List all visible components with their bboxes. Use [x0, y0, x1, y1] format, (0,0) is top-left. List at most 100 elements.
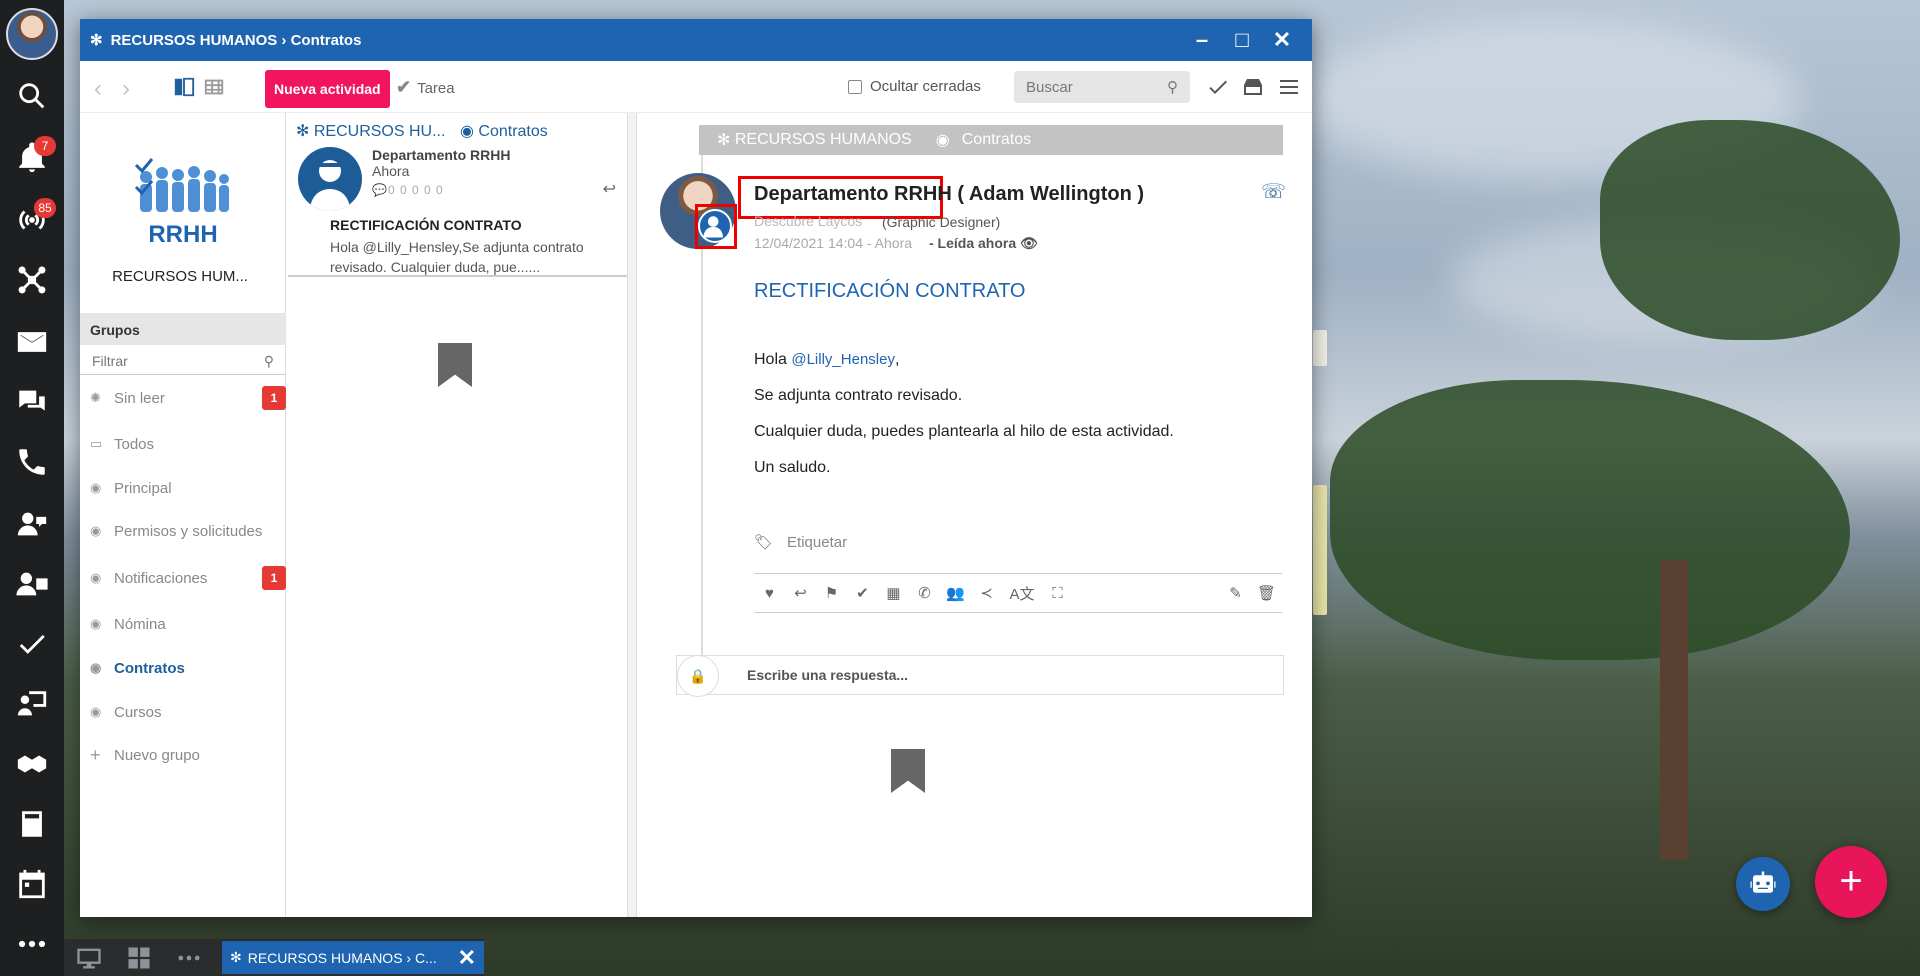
split-view-icon[interactable] — [172, 76, 196, 98]
group-item-payroll[interactable]: ◉ Nómina — [80, 607, 286, 641]
activity-title[interactable]: Departamento RRHH ( Adam Wellington ) — [754, 183, 1144, 206]
screenshot-icon[interactable]: ⛶ — [1042, 585, 1073, 602]
group-icon[interactable]: 👥 — [940, 584, 971, 602]
flag-icon[interactable]: ⚑ — [816, 584, 847, 602]
activity-source: Descubre Laycos — [754, 213, 863, 229]
search-input[interactable]: Buscar ⚲ — [1014, 71, 1190, 103]
network-icon[interactable] — [0, 252, 64, 308]
panel-splitter[interactable] — [627, 113, 637, 917]
chat-icon[interactable] — [0, 374, 64, 430]
group-item-permissions[interactable]: ◉ Permisos y solicitudes — [80, 514, 286, 548]
reply-input[interactable]: 🔒 Escribe una respuesta... — [676, 655, 1284, 697]
background-tree — [1600, 120, 1900, 340]
checkmark-icon[interactable] — [0, 616, 64, 672]
forward-arrow-icon[interactable]: › — [122, 75, 130, 103]
inbox-icon[interactable] — [1241, 75, 1265, 99]
heart-icon[interactable]: ♥ — [754, 585, 785, 602]
close-icon[interactable]: ✕ — [458, 945, 476, 971]
grid-icon[interactable] — [114, 939, 164, 976]
calendar-icon[interactable]: ▦ — [878, 584, 909, 602]
table-view-icon[interactable] — [202, 76, 226, 98]
background-trunk — [1660, 560, 1688, 860]
phone-icon[interactable]: ✆ — [909, 584, 940, 602]
lock-icon[interactable]: 🔒 — [677, 655, 719, 697]
highlight-box — [695, 204, 737, 249]
background-window-edge — [1313, 330, 1327, 366]
menu-icon[interactable] — [1277, 75, 1301, 99]
trash-icon[interactable]: 🗑 — [1251, 584, 1282, 602]
group-label: Principal — [114, 479, 172, 497]
hide-closed-toggle[interactable]: Ocultar cerradas — [848, 78, 981, 95]
plus-icon: + — [90, 744, 101, 765]
share-icon[interactable]: ≺ — [971, 584, 1002, 602]
search-icon[interactable] — [0, 68, 64, 124]
mail-icon[interactable] — [0, 314, 64, 370]
detail-crumb-group[interactable]: Contratos — [962, 131, 1031, 149]
group-item-notifications[interactable]: ◉ Notificaciones 1 — [80, 561, 286, 595]
new-group-button[interactable]: + Nuevo grupo — [80, 738, 286, 772]
edit-icon[interactable]: ✎ — [1220, 584, 1251, 602]
tag-button[interactable]: 🏷 Etiquetar — [754, 533, 848, 552]
group-label: Permisos y solicitudes — [114, 522, 263, 540]
taskbar-window-tab[interactable]: ✻ RECURSOS HUMANOS › C... ✕ — [222, 941, 484, 974]
group-label: Todos — [114, 435, 155, 453]
activity-detail: ✻ RECURSOS HUMANOS ◉ Contratos Departame… — [637, 113, 1312, 917]
sender-avatar — [298, 147, 362, 211]
group-label: Contratos — [114, 659, 185, 677]
group-item-contracts[interactable]: ◉ Contratos — [80, 651, 286, 685]
window-title: RECURSOS HUMANOS › Contratos — [110, 31, 362, 49]
group-item-main[interactable]: ◉ Principal — [80, 471, 286, 505]
phone-icon[interactable] — [0, 434, 64, 490]
minimize-button[interactable]: – — [1182, 19, 1222, 61]
search-icon: ⚲ — [263, 353, 274, 369]
back-arrow-icon[interactable]: ‹ — [94, 75, 102, 103]
user-avatar[interactable] — [6, 8, 58, 60]
search-placeholder: Buscar — [1026, 78, 1073, 96]
checkbox[interactable] — [848, 79, 862, 94]
more-windows-icon[interactable] — [164, 939, 214, 976]
book-icon[interactable] — [0, 796, 64, 852]
eye-icon: 👁 — [1020, 235, 1038, 251]
breadcrumb-entity-label: RECURSOS HU... — [313, 123, 446, 140]
new-activity-button[interactable]: Nueva actividad — [265, 70, 390, 108]
close-button[interactable]: ✕ — [1262, 19, 1302, 61]
translate-icon[interactable]: A文 — [1002, 583, 1042, 604]
add-button[interactable]: + — [1815, 846, 1887, 918]
filter-input[interactable]: Filtrar ⚲ — [80, 345, 286, 375]
more-icon[interactable] — [0, 916, 64, 972]
task-label: Tarea — [417, 80, 455, 97]
group-label: Notificaciones — [114, 569, 208, 587]
desktop-icon[interactable] — [64, 939, 114, 976]
contacts-card-icon[interactable] — [0, 556, 64, 612]
window-titlebar[interactable]: ✻ RECURSOS HUMANOS › Contratos – □ ✕ — [80, 19, 1312, 61]
radio-icon: ◉ — [460, 123, 479, 140]
hide-closed-label: Ocultar cerradas — [870, 78, 981, 95]
groups-panel: RRHH RECURSOS HUM... Grupos Filtrar ⚲ ✺ Si… — [80, 113, 286, 917]
activity-card[interactable]: Departamento RRHH Ahora 💬0 0 0 0 0 ↩ REC… — [288, 143, 628, 277]
detail-crumb-entity[interactable]: RECURSOS HUMANOS — [735, 131, 912, 149]
radio-icon: ◉ — [90, 704, 102, 719]
breadcrumb-group[interactable]: ◉ Contratos — [460, 121, 548, 141]
group-item-courses[interactable]: ◉ Cursos — [80, 695, 286, 729]
reply-icon[interactable]: ↩ — [603, 179, 616, 199]
call-icon[interactable]: ☏ — [1261, 179, 1286, 204]
group-item-all[interactable]: ▭ Todos — [80, 427, 286, 461]
breadcrumb-entity[interactable]: ✻ RECURSOS HU... — [296, 121, 445, 141]
bot-button[interactable] — [1736, 857, 1790, 911]
mention-link[interactable]: @Lilly_Hensley — [791, 351, 895, 368]
mark-done-icon[interactable] — [1206, 75, 1230, 99]
broadcast-icon[interactable]: 85 — [0, 192, 64, 248]
presentation-icon[interactable] — [0, 676, 64, 732]
tags-icon: 🏷 — [754, 534, 774, 551]
handshake-icon[interactable] — [0, 736, 64, 792]
calendar-icon[interactable] — [0, 856, 64, 912]
maximize-button[interactable]: □ — [1222, 19, 1262, 61]
network-icon: ✻ — [90, 32, 103, 49]
task-button[interactable]: ✔ Tarea — [396, 77, 455, 98]
reply-icon[interactable]: ↩ — [785, 584, 816, 602]
group-item-unread[interactable]: ✺ Sin leer 1 — [80, 381, 286, 415]
support-icon[interactable] — [0, 496, 64, 552]
tag-label: Etiquetar — [787, 533, 848, 551]
check-icon[interactable]: ✔ — [847, 584, 878, 602]
bell-icon[interactable]: 7 — [0, 130, 64, 186]
